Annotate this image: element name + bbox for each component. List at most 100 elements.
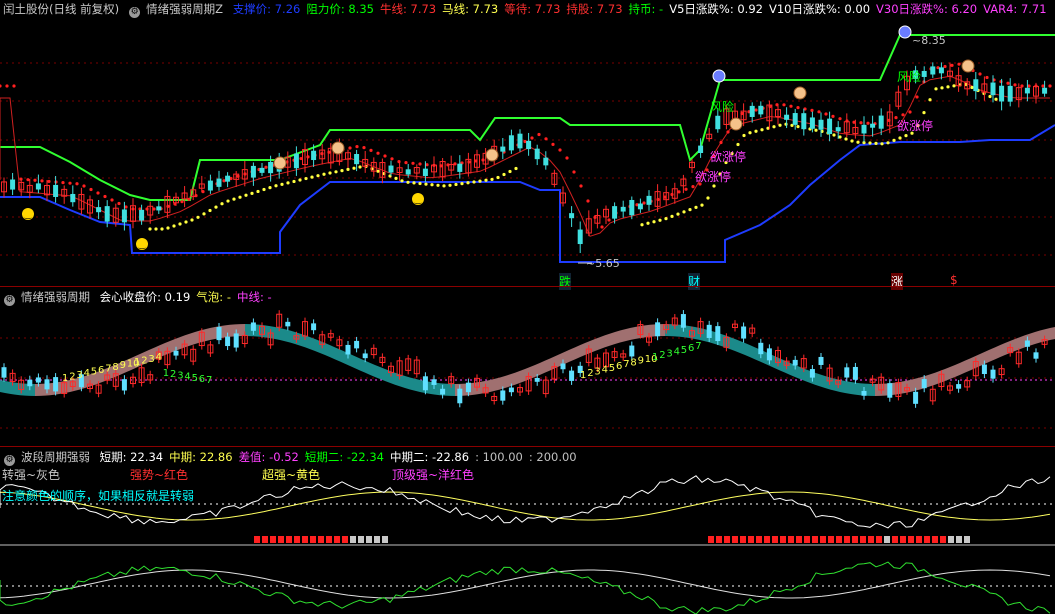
ribbon-segment <box>495 377 500 391</box>
gear-icon[interactable]: ⚙ <box>4 455 15 466</box>
ribbon-segment <box>580 343 585 358</box>
ribbon-segment <box>990 347 995 362</box>
ribbon-segment <box>675 324 680 337</box>
candle-body <box>999 85 1005 102</box>
strength-square <box>876 536 882 543</box>
gear-icon[interactable]: ⚙ <box>4 295 15 306</box>
candle-body <box>250 322 256 331</box>
yellow-dot <box>784 122 788 126</box>
stat-value: 会心收盘价: 0.19 <box>99 290 191 304</box>
candle-body <box>655 322 661 337</box>
candle-body <box>70 193 76 203</box>
candle-body <box>861 390 867 396</box>
indicator-name[interactable]: 情绪强弱周期 <box>21 290 90 304</box>
yellow-dot <box>838 135 842 139</box>
wave-panel[interactable]: ⚙ 波段周期强弱 短期: 22.34 中期: 22.86 差值: -0.52 短期二: … <box>0 448 1055 614</box>
yellow-dot <box>658 218 662 222</box>
candle-body <box>852 366 858 380</box>
count-label: 4 <box>156 352 162 363</box>
stat-value: 持币: - <box>628 2 664 16</box>
candle-body <box>216 178 222 187</box>
limit-up-label: 欲涨停 <box>695 170 732 184</box>
candle-body <box>508 135 514 151</box>
candle-body <box>53 377 59 392</box>
count-label: 4 <box>184 372 190 383</box>
red-dot <box>530 136 534 140</box>
count-label: 8 <box>112 362 118 373</box>
ribbon-segment <box>265 325 270 339</box>
strength-square <box>788 536 794 543</box>
indicator-stats: 会心收盘价: 0.19 气泡: - 中线: - <box>100 290 278 304</box>
strength-square <box>948 536 954 543</box>
yellow-dot <box>196 215 200 219</box>
red-dot <box>572 170 576 174</box>
indicator-name[interactable]: 情绪强弱周期Z <box>146 2 223 16</box>
strength-square <box>900 536 906 543</box>
stock-title: 闰土股份(日线 前复权) <box>3 2 120 16</box>
yellow-dot <box>418 181 422 186</box>
strength-square <box>286 536 292 543</box>
count-label: 7 <box>105 363 111 374</box>
yellow-dot <box>946 85 950 89</box>
yellow-dot <box>760 128 764 132</box>
red-dot <box>551 142 555 146</box>
risk-label: 风险 <box>710 100 735 114</box>
smiley-face-icon: ‿ <box>414 195 422 204</box>
high-price-label: ~8.35 <box>912 34 946 47</box>
strength-square <box>326 536 332 543</box>
yellow-dot <box>646 221 650 225</box>
candle-body <box>354 153 360 165</box>
candle-body <box>10 179 16 190</box>
candle-body <box>362 353 368 359</box>
ribbon-segment <box>510 372 515 387</box>
count-label: 3 <box>594 366 600 377</box>
sentiment-chart[interactable]: 1 2 3 4 5 6 7 8 9 101 2 3 41 2 3 4 5 6 7 1 2 3 4 5 6 7 8 9 101 2 3 4 5 6 7 <box>0 288 1055 446</box>
red-dot <box>859 121 863 125</box>
candle-body <box>629 345 635 357</box>
indicator-name[interactable]: 波段周期强弱 <box>21 450 90 464</box>
gear-icon[interactable]: ⚙ <box>129 7 141 18</box>
yellow-dot <box>814 128 818 132</box>
panel-divider[interactable] <box>0 286 1055 287</box>
red-dot <box>383 154 387 158</box>
strength-square <box>724 536 730 543</box>
candle-body <box>878 115 884 129</box>
count-label: 9 <box>638 356 644 367</box>
panel-divider[interactable] <box>0 446 1055 447</box>
red-dot <box>264 165 268 169</box>
yellow-dot <box>274 184 278 188</box>
ribbon-segment <box>245 324 250 337</box>
candle-body <box>207 180 213 191</box>
strength-square <box>382 536 388 543</box>
ribbon-segment <box>210 326 215 341</box>
red-dot <box>719 140 723 145</box>
count-label: 5 <box>681 345 687 356</box>
thumbs-up-icon <box>485 148 499 162</box>
ribbon-segment <box>670 324 675 337</box>
main-chart-panel[interactable]: 闰土股份(日线 前复权) ⚙ 情绪强弱周期Z 支撑价: 7.26 阻力价: 8.35 牛… <box>0 0 1055 290</box>
candle-body <box>973 79 979 92</box>
stat-value: 持股: 7.73 <box>566 2 623 16</box>
ribbon-segment <box>730 337 735 351</box>
candle-body <box>990 82 996 96</box>
ribbon-segment <box>505 374 510 388</box>
sad-face-icon <box>898 25 912 39</box>
red-dot <box>691 185 695 189</box>
yellow-dot <box>850 139 854 143</box>
candle-body <box>526 140 532 150</box>
candlestick-chart[interactable]: ‿ ‿ ‿ <box>0 0 1055 286</box>
candle-body <box>311 150 317 161</box>
yellow-dot <box>934 87 938 91</box>
stat-value: : 100.00 <box>475 450 523 464</box>
sentiment-panel[interactable]: ⚙ 情绪强弱周期 会心收盘价: 0.19 气泡: - 中线: - 1234567891… <box>0 288 1055 446</box>
yellow-dot <box>952 84 956 88</box>
strength-square <box>270 536 276 543</box>
count-label: 6 <box>616 361 622 372</box>
legend-item: 顶级强~洋红色 <box>392 468 475 482</box>
count-label: 6 <box>98 365 104 376</box>
count-label: 4 <box>602 365 608 376</box>
candle-body <box>422 168 428 176</box>
candle-body <box>35 377 41 383</box>
ribbon-segment <box>950 364 955 380</box>
ribbon-segment <box>380 367 385 381</box>
